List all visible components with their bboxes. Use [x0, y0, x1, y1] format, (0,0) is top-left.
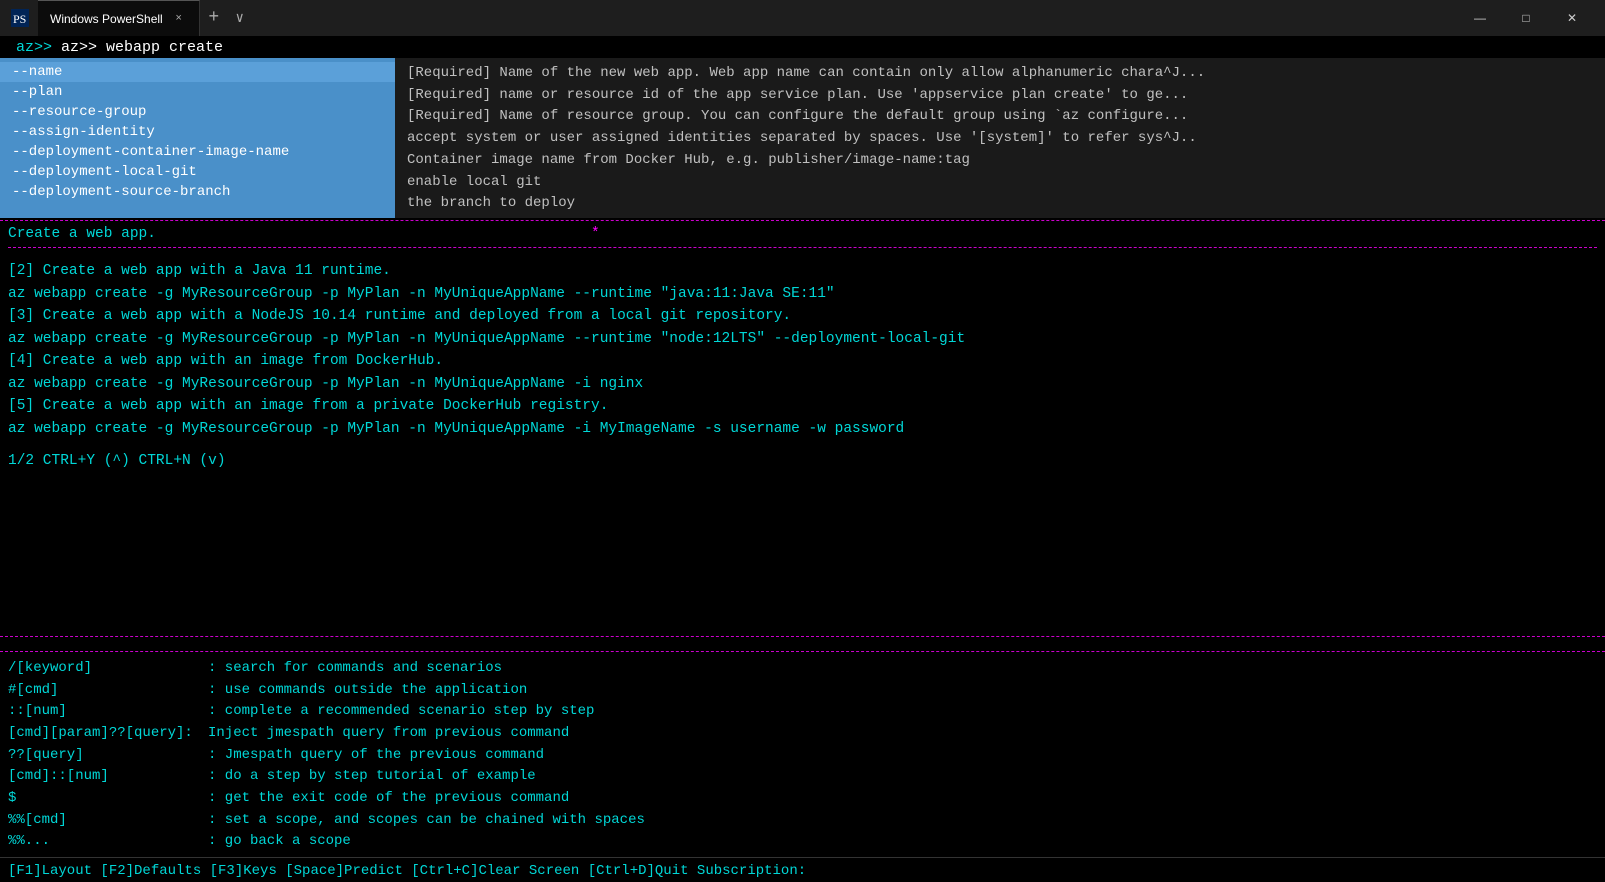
help-key-0: /[keyword] — [8, 658, 208, 680]
minimize-button[interactable]: — — [1457, 0, 1503, 36]
terminal: az>> az>> webapp create --name --plan --… — [0, 36, 1605, 882]
autocomplete-item-name[interactable]: --name — [0, 62, 395, 82]
close-window-button[interactable]: ✕ — [1549, 0, 1595, 36]
help-desc-3: Inject jmespath query from previous comm… — [208, 723, 1597, 745]
create-webapp-label: Create a web app. — [8, 226, 156, 242]
status-text: [F1]Layout [F2]Defaults [F3]Keys [Space]… — [8, 863, 806, 879]
prompt-marker: az>> — [16, 39, 61, 56]
help-key-1: #[cmd] — [8, 680, 208, 702]
example-5-command: az webapp create -g MyResourceGroup -p M… — [8, 418, 1597, 440]
terminal-main-content: Create a web app. * [2] Create a web app… — [0, 223, 1605, 634]
desc-3: accept system or user assigned identitie… — [407, 127, 1593, 149]
maximize-button[interactable]: □ — [1503, 0, 1549, 36]
tab-area: Windows PowerShell × + ∨ — [38, 0, 1449, 36]
empty-line-3 — [0, 639, 1605, 649]
svg-text:PS: PS — [13, 12, 26, 26]
desc-6: the branch to deploy — [407, 192, 1593, 214]
desc-2: [Required] Name of resource group. You c… — [407, 105, 1593, 127]
empty-line-2 — [8, 440, 1597, 450]
terminal-tab[interactable]: Windows PowerShell × — [38, 0, 200, 36]
autocomplete-item-assign-identity[interactable]: --assign-identity — [0, 122, 395, 142]
autocomplete-item-plan[interactable]: --plan — [0, 82, 395, 102]
example-2-header: [2] Create a web app with a Java 11 runt… — [8, 260, 1597, 282]
separator-top — [0, 220, 1605, 221]
example-3-header: [3] Create a web app with a NodeJS 10.14… — [8, 305, 1597, 327]
help-key-7: %%[cmd] — [8, 810, 208, 832]
help-key-3: [cmd][param]??[query]: — [8, 723, 208, 745]
window-controls: — □ ✕ — [1457, 0, 1595, 36]
tab-dropdown-button[interactable]: ∨ — [228, 6, 252, 30]
help-desc-7: : set a scope, and scopes can be chained… — [208, 810, 1597, 832]
pagination-line: 1/2 CTRL+Y (^) CTRL+N (v) — [8, 450, 1597, 472]
example-4-header: [4] Create a web app with an image from … — [8, 350, 1597, 372]
example-5-header: [5] Create a web app with an image from … — [8, 395, 1597, 417]
autocomplete-descriptions: [Required] Name of the new web app. Web … — [395, 58, 1605, 218]
help-desc-6: : get the exit code of the previous comm… — [208, 788, 1597, 810]
help-desc-0: : search for commands and scenarios — [208, 658, 1597, 680]
help-desc-1: : use commands outside the application — [208, 680, 1597, 702]
help-key-6: $ — [8, 788, 208, 810]
autocomplete-item-resource-group[interactable]: --resource-group — [0, 102, 395, 122]
autocomplete-item-source-branch[interactable]: --deployment-source-branch — [0, 182, 395, 202]
example-2-command: az webapp create -g MyResourceGroup -p M… — [8, 283, 1597, 305]
titlebar: PS Windows PowerShell × + ∨ — □ ✕ — [0, 0, 1605, 36]
autocomplete-item-local-git[interactable]: --deployment-local-git — [0, 162, 395, 182]
status-bar: [F1]Layout [F2]Defaults [F3]Keys [Space]… — [0, 857, 1605, 882]
close-tab-button[interactable]: × — [171, 11, 187, 27]
autocomplete-item-container-image[interactable]: --deployment-container-image-name — [0, 142, 395, 162]
help-key-2: ::[num] — [8, 701, 208, 723]
help-key-4: ??[query] — [8, 745, 208, 767]
prompt-line: az>> az>> webapp create — [8, 37, 231, 58]
autocomplete-panel: --name --plan --resource-group --assign-… — [0, 58, 1605, 218]
help-grid: /[keyword] : search for commands and sce… — [8, 658, 1597, 853]
autocomplete-list: --name --plan --resource-group --assign-… — [0, 58, 395, 218]
separator-4 — [0, 651, 1605, 652]
command-prompt-area: az>> az>> webapp create — [0, 36, 1605, 58]
desc-0: [Required] Name of the new web app. Web … — [407, 62, 1593, 84]
desc-1: [Required] name or resource id of the ap… — [407, 84, 1593, 106]
new-tab-button[interactable]: + — [200, 4, 228, 32]
create-webapp-line: Create a web app. * — [8, 223, 1597, 245]
example-4-command: az webapp create -g MyResourceGroup -p M… — [8, 373, 1597, 395]
help-desc-8: : go back a scope — [208, 831, 1597, 853]
separator-2 — [8, 247, 1597, 248]
example-3-command: az webapp create -g MyResourceGroup -p M… — [8, 328, 1597, 350]
star-indicator: * — [591, 226, 600, 242]
empty-line-1 — [8, 250, 1597, 260]
help-section: /[keyword] : search for commands and sce… — [0, 654, 1605, 857]
help-key-5: [cmd]::[num] — [8, 766, 208, 788]
help-desc-2: : complete a recommended scenario step b… — [208, 701, 1597, 723]
command-text: az>> webapp create — [61, 39, 223, 56]
desc-5: enable local git — [407, 171, 1593, 193]
help-desc-4: : Jmespath query of the previous command — [208, 745, 1597, 767]
help-desc-5: : do a step by step tutorial of example — [208, 766, 1597, 788]
help-key-8: %%... — [8, 831, 208, 853]
app-icon: PS — [10, 8, 30, 28]
desc-4: Container image name from Docker Hub, e.… — [407, 149, 1593, 171]
tab-label: Windows PowerShell — [50, 12, 163, 26]
separator-3 — [0, 636, 1605, 637]
